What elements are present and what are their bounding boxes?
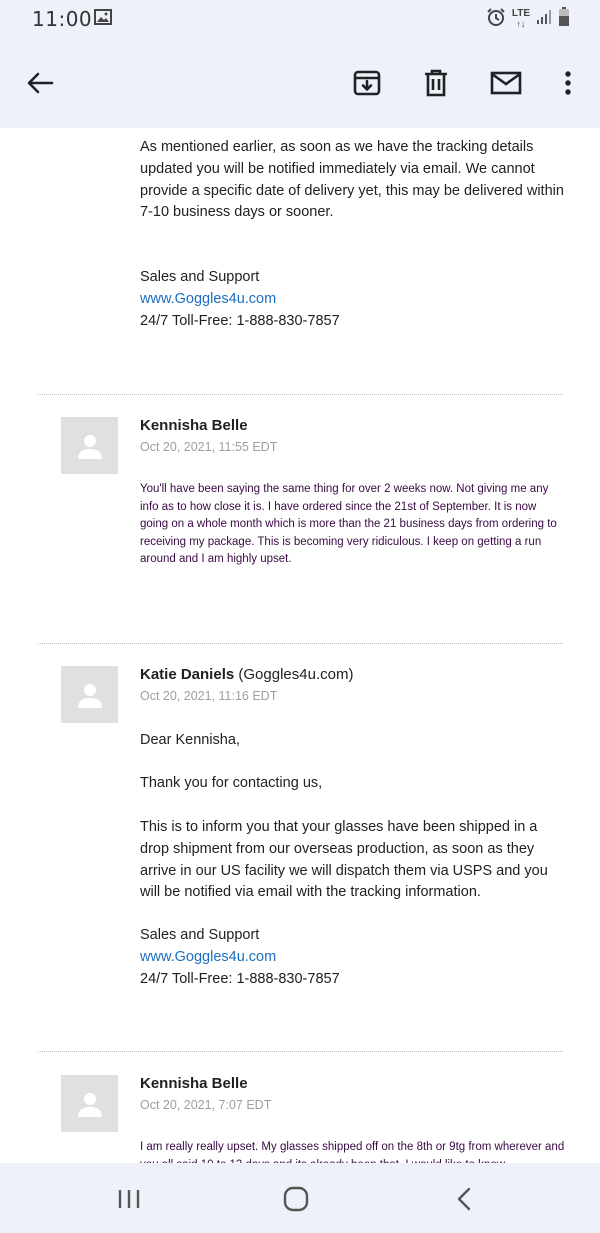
avatar: [61, 666, 118, 723]
partial-signature: Sales and Support www.Goggles4u.com 24/7…: [140, 267, 570, 332]
network-type: LTE ↑↓: [511, 8, 530, 30]
message-body: This is to inform you that your glasses …: [140, 819, 548, 901]
trash-icon[interactable]: [419, 66, 453, 100]
signature-phone: 24/7 Toll-Free: 1-888-830-7857: [140, 312, 340, 329]
more-vert-icon[interactable]: [551, 66, 585, 100]
person-icon: [77, 683, 102, 708]
message-signature: Sales and Support www.Goggles4u.com 24/7…: [140, 925, 570, 990]
signal-icon: [536, 9, 552, 30]
signature-link[interactable]: www.Goggles4u.com: [140, 291, 276, 307]
status-icons: LTE ↑↓: [486, 7, 570, 32]
gallery-icon: [94, 9, 112, 30]
back-arrow-icon[interactable]: [23, 66, 57, 100]
recent-apps-icon[interactable]: [111, 1183, 147, 1215]
message-date: Oct 20, 2021, 11:55 EDT: [140, 440, 278, 454]
avatar: [61, 417, 118, 474]
person-icon: [77, 434, 102, 459]
toolbar: [0, 34, 600, 128]
message-sender[interactable]: Kennisha Belle: [140, 417, 248, 434]
signature-link[interactable]: www.Goggles4u.com: [140, 949, 276, 965]
partial-message-body: As mentioned earlier, as soon as we have…: [140, 139, 564, 221]
battery-icon: [558, 7, 570, 32]
mail-icon[interactable]: [489, 66, 523, 100]
message-divider: [38, 643, 563, 644]
message-divider: [38, 1051, 563, 1052]
email-thread: As mentioned earlier, as soon as we have…: [0, 128, 600, 1163]
message-sender[interactable]: Katie Daniels (Goggles4u.com): [140, 666, 353, 683]
archive-icon[interactable]: [350, 66, 384, 100]
message-body: You'll have been saying the same thing f…: [140, 483, 557, 565]
back-icon[interactable]: [446, 1183, 482, 1215]
message-sender[interactable]: Kennisha Belle: [140, 1075, 248, 1092]
person-icon: [77, 1092, 102, 1117]
message-body: I am really really upset. My glasses shi…: [140, 1141, 565, 1163]
signature-name: Sales and Support: [140, 927, 260, 943]
signature-name: Sales and Support: [140, 269, 260, 285]
sender-domain: (Goggles4u.com): [238, 666, 354, 683]
alarm-icon: [486, 7, 506, 32]
message-divider: [38, 394, 563, 395]
status-time: 11:00: [32, 7, 93, 31]
signature-phone: 24/7 Toll-Free: 1-888-830-7857: [140, 970, 340, 987]
message-thanks: Thank you for contacting us,: [140, 775, 323, 791]
message-greeting: Dear Kennisha,: [140, 732, 240, 748]
message-date: Oct 20, 2021, 11:16 EDT: [140, 689, 278, 703]
status-bar: 11:00 LTE ↑↓: [0, 0, 600, 34]
home-icon[interactable]: [278, 1183, 314, 1215]
avatar: [61, 1075, 118, 1132]
navigation-bar: [0, 1163, 600, 1233]
message-date: Oct 20, 2021, 7:07 EDT: [140, 1098, 272, 1112]
